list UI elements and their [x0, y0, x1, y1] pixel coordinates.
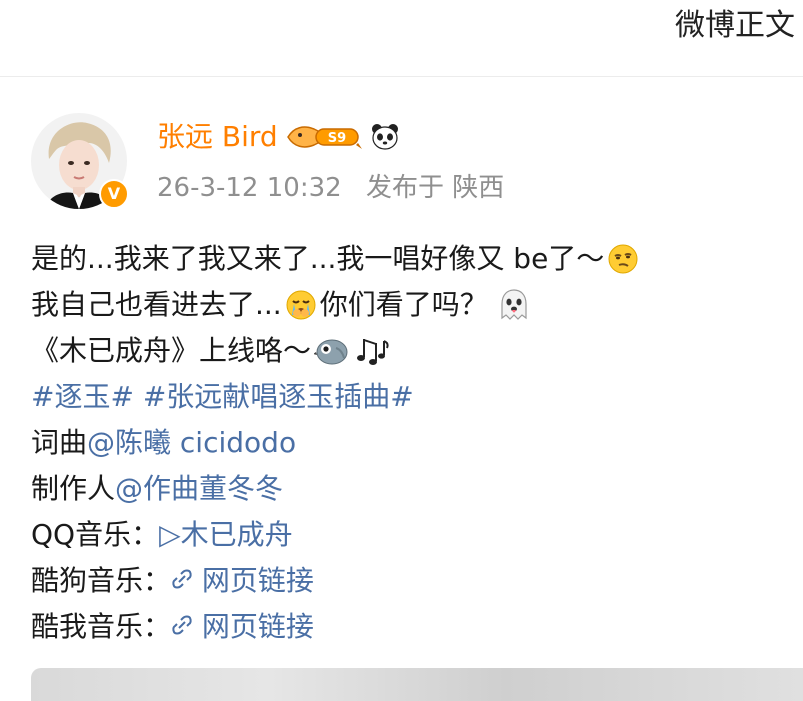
crying-face-icon	[285, 289, 317, 321]
ghost-icon	[498, 288, 530, 322]
music-label: QQ音乐：	[31, 518, 160, 551]
content-text: 《木已成舟》上线咯～	[31, 334, 312, 367]
fish-level-badge-icon[interactable]: S9	[286, 123, 364, 151]
content-line-2: 我自己也看进去了... 你们看了吗？	[31, 282, 791, 328]
content-text: 你们看了吗？	[319, 288, 488, 321]
content-text: 我自己也看进去了...	[31, 288, 282, 321]
kugou-link[interactable]: 网页链接	[171, 558, 314, 604]
music-notes-icon	[356, 335, 390, 367]
post-meta: 26-3-12 10:32 发布于 陕西	[157, 170, 504, 206]
post-content: 是的...我来了我又来了...我一唱好像又 be了～ 我自己也看进去了... 你…	[31, 236, 791, 650]
thinking-face-icon	[607, 243, 639, 275]
music-kuwo: 酷我音乐： 网页链接	[31, 604, 791, 650]
link-icon	[171, 558, 193, 604]
content-text: 是的...我来了我又来了...我一唱好像又 be了～	[31, 242, 605, 275]
credit-mention-link[interactable]: @陈曦 cicidodo	[87, 420, 296, 466]
music-qq: QQ音乐： ▷木已成舟	[31, 512, 791, 558]
panda-icon	[370, 123, 400, 151]
topic-links[interactable]: #逐玉# #张远献唱逐玉插曲#	[31, 374, 414, 420]
level-badge-text: S9	[327, 131, 345, 146]
avatar[interactable]: V	[31, 113, 129, 209]
top-bar: 微博正文	[0, 0, 803, 77]
kuwo-link[interactable]: 网页链接	[171, 604, 314, 650]
credit-producer: 制作人 @作曲董冬冬	[31, 466, 791, 512]
content-line-1: 是的...我来了我又来了...我一唱好像又 be了～	[31, 236, 791, 282]
link-icon	[171, 604, 193, 650]
weibo-post-page: 微博正文 V 张远 Bird S9 26-3-12 10:32 发布于 陕西 是…	[0, 0, 803, 701]
page-title: 微博正文	[675, 8, 795, 43]
bird-icon	[314, 336, 350, 366]
media-preview[interactable]	[31, 668, 803, 701]
credit-mention-link[interactable]: @作曲董冬冬	[115, 466, 283, 512]
credit-label: 词曲	[31, 426, 88, 459]
post-location: 发布于 陕西	[365, 173, 505, 203]
content-line-3: 《木已成舟》上线咯～	[31, 328, 791, 374]
credit-label: 制作人	[31, 472, 116, 505]
credit-lyrics: 词曲 @陈曦 cicidodo	[31, 420, 791, 466]
post-time: 26-3-12 10:32	[157, 173, 342, 203]
verified-v-icon: V	[99, 179, 129, 209]
music-label: 酷我音乐：	[31, 610, 172, 643]
music-kugou: 酷狗音乐： 网页链接	[31, 558, 791, 604]
content-line-topics: #逐玉# #张远献唱逐玉插曲#	[31, 374, 791, 420]
author-row: 张远 Bird S9	[157, 115, 400, 159]
music-label: 酷狗音乐：	[31, 564, 172, 597]
author-name[interactable]: 张远 Bird	[157, 117, 278, 157]
qq-music-link[interactable]: ▷木已成舟	[159, 512, 293, 558]
